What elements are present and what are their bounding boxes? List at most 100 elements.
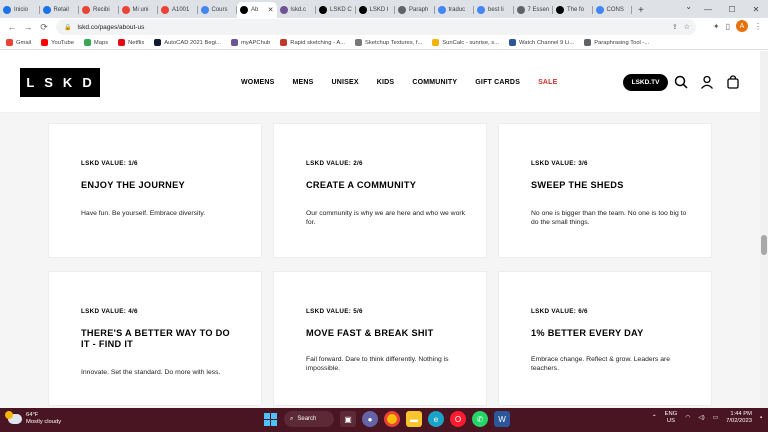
nav-link[interactable]: COMMUNITY xyxy=(412,79,457,86)
nav-link[interactable]: WOMENS xyxy=(241,79,274,86)
chrome-icon[interactable] xyxy=(384,411,400,427)
wifi-icon[interactable]: ◠ xyxy=(685,415,690,421)
maximize-icon[interactable]: ☐ xyxy=(720,0,744,18)
bookmark-item[interactable]: SunCalc - sunrise, s... xyxy=(432,39,499,46)
browser-tab[interactable]: Inicio xyxy=(0,2,40,18)
url-text: lskd.co/pages/about-us xyxy=(77,23,145,31)
browser-tab[interactable]: Mi uni xyxy=(119,2,158,18)
nav-link[interactable]: GIFT CARDS xyxy=(475,79,520,86)
browser-tab[interactable]: The fo xyxy=(553,2,593,18)
lskd-tv-button[interactable]: LSKD.TV xyxy=(623,74,668,91)
bookmark-item[interactable]: YouTube xyxy=(41,39,74,46)
tab-label: LSKD I xyxy=(369,7,389,13)
system-clock[interactable]: 1:44 PM 7/02/2023 xyxy=(726,411,752,425)
bookmark-item[interactable]: Gmail xyxy=(6,39,31,46)
bookmark-favicon-icon xyxy=(6,39,13,46)
value-label: LSKD VALUE: 3/6 xyxy=(531,160,588,167)
tab-label: Cours xyxy=(211,7,228,13)
account-icon[interactable] xyxy=(700,75,714,89)
close-window-icon[interactable]: ✕ xyxy=(744,0,768,18)
tab-favicon-icon xyxy=(240,6,248,14)
lock-icon[interactable]: 🔒 xyxy=(64,24,71,31)
bookmark-item[interactable]: Maps xyxy=(83,39,109,46)
browser-tab[interactable]: Ab ✕ xyxy=(237,2,277,18)
bookmark-item[interactable]: Paraphrasing Tool -... xyxy=(584,39,649,46)
tab-favicon-icon xyxy=(319,6,327,14)
volume-icon[interactable]: ◁) xyxy=(698,415,704,421)
browser-tab[interactable]: A1001 xyxy=(158,2,198,18)
value-label: LSKD VALUE: 6/6 xyxy=(531,308,588,315)
bookmarks-bar: Gmail YouTube Maps Netflix AutoCAD 2021 Begi… xyxy=(0,36,768,50)
weather-widget[interactable]: 64°F Mostly cloudy xyxy=(5,411,61,426)
language-indicator[interactable]: ENG US xyxy=(665,411,678,425)
profile-avatar[interactable]: A xyxy=(736,20,748,32)
value-card: LSKD VALUE: 1/6 ENJOY THE JOURNEY Have fun… xyxy=(48,123,262,258)
tab-search-icon[interactable]: ⌄ xyxy=(685,2,692,11)
taskbar-search[interactable]: ⌕ Search xyxy=(284,411,334,427)
file-explorer-icon[interactable]: ▬ xyxy=(406,411,422,427)
page-scrollbar[interactable] xyxy=(760,51,768,408)
address-bar[interactable]: 🔒 lskd.co/pages/about-us ⇪ ☆ xyxy=(56,19,696,35)
browser-tab[interactable]: Recibi xyxy=(79,2,119,18)
nav-link[interactable]: UNISEX xyxy=(332,79,359,86)
minimize-icon[interactable]: — xyxy=(696,0,720,18)
edge-icon[interactable]: e xyxy=(428,411,444,427)
extensions-icon[interactable]: ✦ xyxy=(713,22,720,31)
reload-icon[interactable]: ⟳ xyxy=(36,22,52,33)
bookmark-item[interactable]: Rapid sketching - A... xyxy=(280,39,345,46)
notifications-icon[interactable]: ▪ xyxy=(760,415,762,421)
windows-start-icon[interactable] xyxy=(262,411,278,427)
taskbar-search-label: Search xyxy=(297,416,317,422)
lskd-logo[interactable]: LSKD xyxy=(20,68,100,97)
bookmark-item[interactable]: Netflix xyxy=(118,39,144,46)
browser-tab[interactable]: 7 Essen xyxy=(514,2,553,18)
show-hidden-icons-icon[interactable]: ⌃ xyxy=(652,415,657,421)
browser-tab[interactable]: Cours xyxy=(198,2,237,18)
browser-tab[interactable]: Retail xyxy=(40,2,79,18)
browser-tab[interactable]: CONS xyxy=(593,2,632,18)
nav-link[interactable]: MENS xyxy=(292,79,313,86)
tab-favicon-icon xyxy=(82,6,90,14)
window-controls: — ☐ ✕ xyxy=(696,0,768,18)
bookmark-label: Netflix xyxy=(128,39,145,46)
browser-tab[interactable]: LSKD I xyxy=(356,2,395,18)
teams-chat-icon[interactable]: ● xyxy=(362,411,378,427)
back-icon[interactable]: ← xyxy=(4,22,20,32)
forward-icon[interactable]: → xyxy=(20,22,36,32)
bookmark-item[interactable]: AutoCAD 2021 Begi... xyxy=(154,39,221,46)
tab-close-icon[interactable]: ✕ xyxy=(268,6,274,14)
nav-link-sale[interactable]: SALE xyxy=(538,79,557,86)
browser-tab[interactable]: lskd.c xyxy=(277,2,316,18)
browser-tab[interactable]: traduc xyxy=(435,2,474,18)
sidepanel-icon[interactable]: ▯ xyxy=(726,22,730,31)
browser-tab[interactable]: Paraph xyxy=(395,2,435,18)
menu-icon[interactable]: ⋮ xyxy=(754,22,762,31)
bookmark-item[interactable]: Watch Channel 9 Li... xyxy=(509,39,574,46)
tab-favicon-icon xyxy=(3,6,11,14)
battery-icon[interactable]: ▭ xyxy=(713,415,718,421)
value-label: LSKD VALUE: 5/6 xyxy=(306,308,363,315)
scrollbar-thumb[interactable] xyxy=(761,235,767,255)
new-tab-icon[interactable]: + xyxy=(638,2,644,18)
bookmark-star-icon[interactable]: ☆ xyxy=(684,23,690,31)
browser-tab[interactable]: LSKD C xyxy=(316,2,356,18)
search-icon[interactable] xyxy=(674,75,688,89)
region-code: US xyxy=(666,418,675,424)
word-icon[interactable]: W xyxy=(494,411,510,427)
tab-label: 7 Essen xyxy=(527,7,550,13)
whatsapp-icon[interactable]: ✆ xyxy=(472,411,488,427)
tab-label: LSKD C xyxy=(330,7,352,13)
bookmark-item[interactable]: myAPChub xyxy=(230,39,270,46)
cart-icon[interactable] xyxy=(726,75,740,89)
value-title: 1% BETTER EVERY DAY xyxy=(531,328,644,338)
bookmark-item[interactable]: Sketchup Textures, f... xyxy=(355,39,422,46)
bookmark-label: Maps xyxy=(93,39,109,46)
bookmark-label: SunCalc - sunrise, s... xyxy=(442,39,499,46)
tab-label: Ab xyxy=(251,7,259,13)
opera-icon[interactable]: O xyxy=(450,411,466,427)
value-description: Innovate. Set the standard. Do more with… xyxy=(81,369,221,376)
browser-tab[interactable]: best li xyxy=(474,2,514,18)
nav-link[interactable]: KIDS xyxy=(377,79,395,86)
task-view-icon[interactable]: ▣ xyxy=(340,411,356,427)
share-icon[interactable]: ⇪ xyxy=(672,23,678,31)
